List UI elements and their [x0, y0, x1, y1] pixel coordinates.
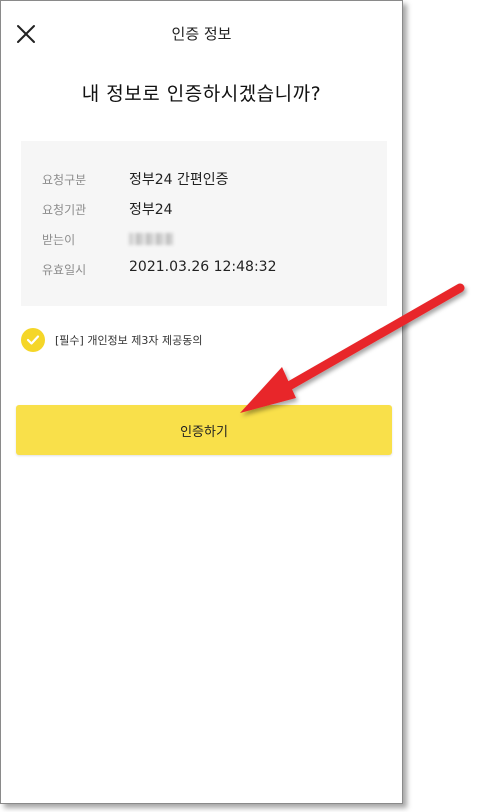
consent-checkbox[interactable]: [필수] 개인정보 제3자 제공동의 — [21, 327, 203, 353]
info-row-request-type: 요청구분 정부24 간편인증 — [21, 169, 387, 189]
info-row-valid-until: 유효일시 2021.03.26 12:48:32 — [21, 259, 387, 279]
consent-label: [필수] 개인정보 제3자 제공동의 — [55, 334, 203, 347]
page-title: 내 정보로 인증하시겠습니까? — [81, 83, 322, 105]
info-label: 요청구분 — [42, 173, 87, 187]
request-info-box: 요청구분 정부24 간편인증 요청기관 정부24 받는이 유효일시 2021.0… — [21, 141, 387, 306]
redacted-recipient-name — [129, 233, 173, 245]
app-screen: 인증 정보 내 정보로 인증하시겠습니까? 요청구분 정부24 간편인증 요청기… — [0, 0, 403, 804]
info-row-requester: 요청기관 정부24 — [21, 199, 387, 219]
header-title: 인증 정보 — [171, 25, 232, 43]
info-label: 유효일시 — [42, 263, 87, 277]
authenticate-button[interactable]: 인증하기 — [16, 405, 392, 455]
info-value: 정부24 간편인증 — [129, 172, 229, 188]
check-icon — [21, 328, 45, 352]
info-value: 정부24 — [129, 202, 173, 218]
info-label: 받는이 — [42, 233, 76, 247]
info-row-recipient: 받는이 — [21, 229, 387, 249]
info-value: 2021.03.26 12:48:32 — [129, 259, 277, 275]
info-label: 요청기관 — [42, 203, 87, 217]
